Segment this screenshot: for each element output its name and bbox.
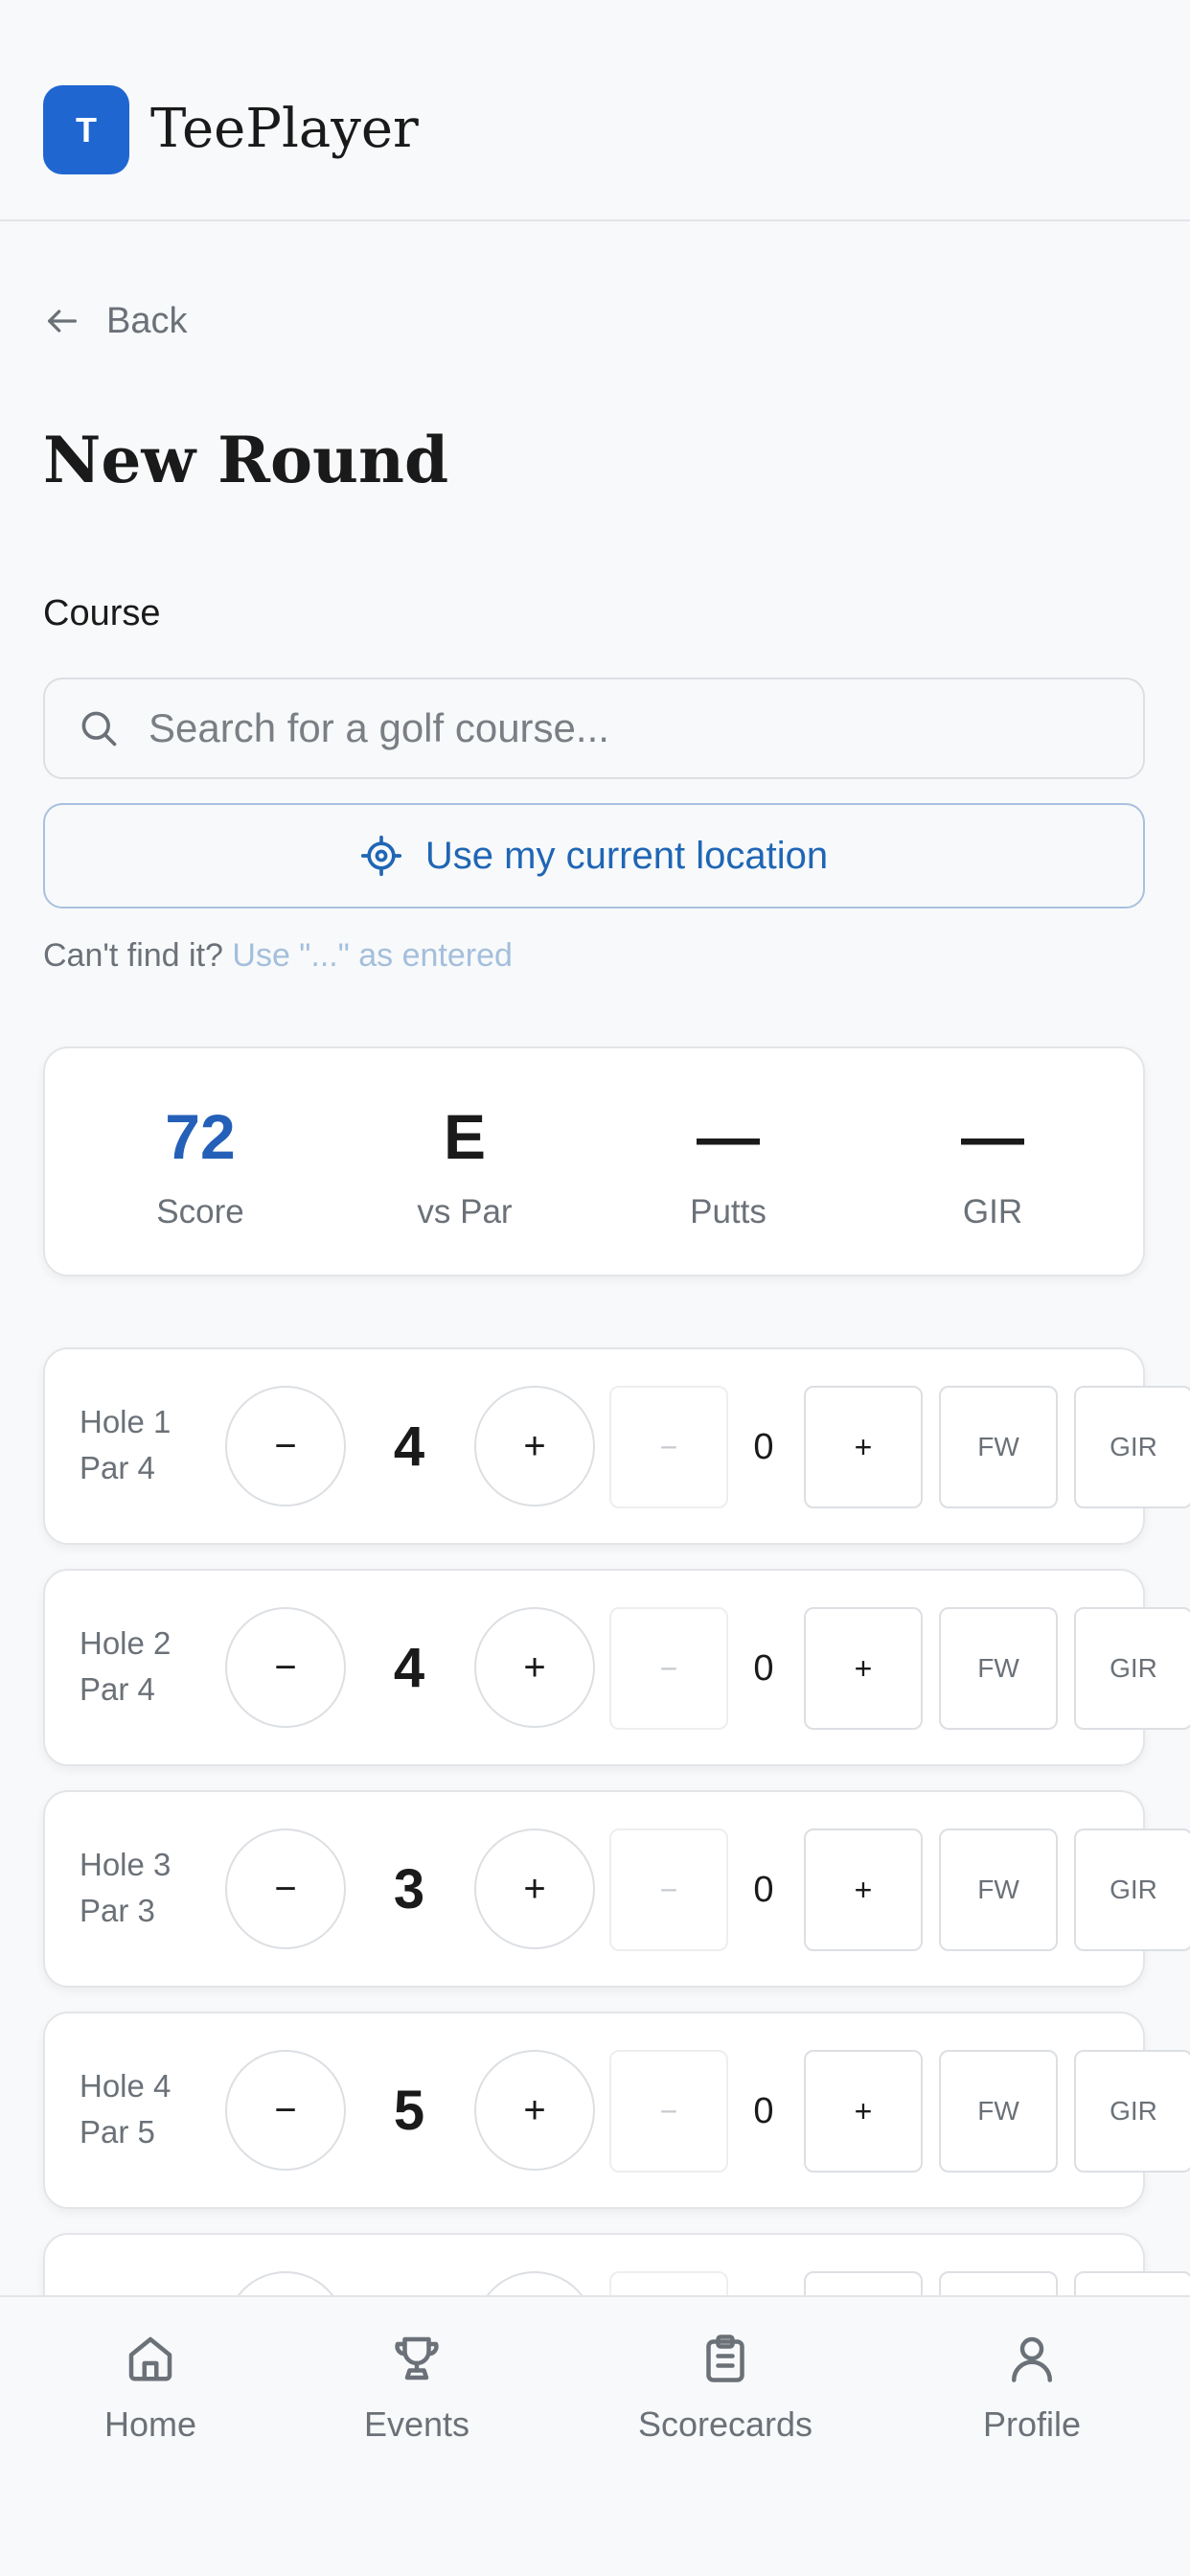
gir-toggle[interactable]: GIR (1074, 1386, 1190, 1508)
page-title: New Round (43, 423, 449, 497)
hole-info: Hole 2 Par 4 (80, 1621, 171, 1713)
hole-row: Hole 3 Par 3 − 3 + − 0 + FW GIR (43, 1790, 1190, 1988)
bottom-nav: Home Events Scorecards Profile (0, 2295, 1190, 2576)
hole-row: Hole 2 Par 4 − 4 + − 0 + FW GIR (43, 1569, 1190, 1766)
use-location-label: Use my current location (424, 834, 829, 877)
round-summary-card: 72 Score E vs Par — Putts — GIR (43, 1046, 1145, 1276)
vs-par-stat: E vs Par (350, 1048, 580, 1278)
strokes-value: 4 (393, 1415, 425, 1478)
gir-stat: — GIR (878, 1048, 1108, 1278)
gir-value: — (961, 1101, 1024, 1172)
nav-profile[interactable]: Profile (927, 2330, 1137, 2447)
putts-minus-button[interactable]: − (609, 1607, 728, 1730)
app-title: TeePlayer (150, 98, 419, 160)
hole-number: Hole 2 (80, 1625, 172, 1661)
hole-info: Hole 4 Par 5 (80, 2063, 171, 2155)
strokes-plus-button[interactable]: + (474, 2050, 595, 2171)
gir-toggle[interactable]: GIR (1074, 1607, 1190, 1730)
putts-plus-button[interactable]: + (804, 1386, 923, 1508)
trophy-icon (395, 2336, 439, 2380)
course-label: Course (43, 593, 161, 633)
strokes-value: 5 (393, 2080, 425, 2142)
hole-par: Par 4 (80, 1671, 155, 1707)
putts-value: 0 (753, 1427, 774, 1467)
score-stat: 72 Score (85, 1048, 315, 1278)
home-icon (128, 2336, 172, 2381)
hole-number: Hole 3 (80, 1847, 172, 1882)
gir-toggle[interactable]: GIR (1074, 2050, 1190, 2173)
fairway-toggle[interactable]: FW (939, 1386, 1058, 1508)
putts-plus-button[interactable]: + (804, 2050, 923, 2173)
course-search-box[interactable] (43, 678, 1145, 779)
nav-home[interactable]: Home (45, 2330, 256, 2447)
cant-find-row: Can't find it? Use "..." as entered (43, 934, 513, 977)
putts-value: 0 (753, 1648, 774, 1689)
putts-label: Putts (690, 1193, 767, 1230)
search-icon (81, 711, 117, 747)
nav-events[interactable]: Events (311, 2330, 522, 2447)
hole-par: Par 5 (80, 2114, 155, 2150)
back-link[interactable]: Back (43, 292, 187, 350)
putts-minus-button[interactable]: − (609, 1386, 728, 1508)
vs-par-label: vs Par (417, 1193, 513, 1230)
app-header: T TeePlayer (0, 0, 1190, 221)
fairway-toggle[interactable]: FW (939, 1828, 1058, 1951)
course-search-input[interactable] (149, 705, 1107, 751)
putts-minus-button[interactable]: − (609, 2050, 728, 2173)
gir-label: GIR (962, 1193, 1023, 1230)
cant-find-text: Can't find it? (43, 937, 223, 974)
putts-minus-button[interactable]: − (609, 1828, 728, 1951)
fairway-toggle[interactable]: FW (939, 1607, 1058, 1730)
score-label: Score (156, 1193, 244, 1230)
logo-badge: T (43, 85, 129, 174)
nav-scorecards[interactable]: Scorecards (620, 2330, 831, 2447)
strokes-minus-button[interactable]: − (225, 2050, 346, 2171)
back-label: Back (106, 300, 188, 341)
hole-info: Hole 3 Par 3 (80, 1842, 171, 1934)
putts-stat: — Putts (613, 1048, 843, 1278)
hole-number: Hole 1 (80, 1404, 172, 1439)
putts-value: — (697, 1101, 760, 1172)
strokes-minus-button[interactable]: − (225, 1386, 346, 1506)
clipboard-icon (706, 2334, 744, 2382)
strokes-plus-button[interactable]: + (474, 1607, 595, 1728)
strokes-minus-button[interactable]: − (225, 1828, 346, 1949)
putts-plus-button[interactable]: + (804, 1607, 923, 1730)
nav-home-label: Home (103, 2404, 197, 2444)
hole-par: Par 4 (80, 1450, 155, 1485)
score-value: 72 (165, 1101, 236, 1172)
putts-plus-button[interactable]: + (804, 1828, 923, 1951)
strokes-plus-button[interactable]: + (474, 1386, 595, 1506)
hole-row: Hole 1 Par 4 − 4 + − 0 + FW GIR (43, 1347, 1190, 1545)
strokes-value: 3 (393, 1858, 425, 1920)
strokes-plus-button[interactable]: + (474, 1828, 595, 1949)
hole-info: Hole 1 Par 4 (80, 1399, 171, 1491)
nav-scorecards-label: Scorecards (637, 2404, 813, 2444)
putts-value: 0 (753, 1870, 774, 1910)
nav-events-label: Events (363, 2404, 470, 2444)
strokes-minus-button[interactable]: − (225, 1607, 346, 1728)
new-round-screen: T TeePlayer Back New Round Course Use my… (0, 0, 1190, 2576)
putts-value: 0 (753, 2091, 774, 2131)
gir-toggle[interactable]: GIR (1074, 1828, 1190, 1951)
fairway-toggle[interactable]: FW (939, 2050, 1058, 2173)
arrow-left-icon (48, 310, 78, 333)
nav-profile-label: Profile (982, 2404, 1082, 2444)
use-as-entered-link[interactable]: Use "..." as entered (232, 937, 513, 974)
hole-row: Hole 4 Par 5 − 5 + − 0 + FW GIR (43, 2012, 1190, 2209)
vs-par-value: E (443, 1101, 487, 1172)
crosshair-icon (360, 835, 402, 877)
use-location-button[interactable]: Use my current location (43, 803, 1145, 908)
hole-par: Par 3 (80, 1893, 155, 1928)
hole-number: Hole 4 (80, 2068, 172, 2104)
strokes-value: 4 (393, 1637, 425, 1699)
user-icon (1012, 2336, 1052, 2382)
